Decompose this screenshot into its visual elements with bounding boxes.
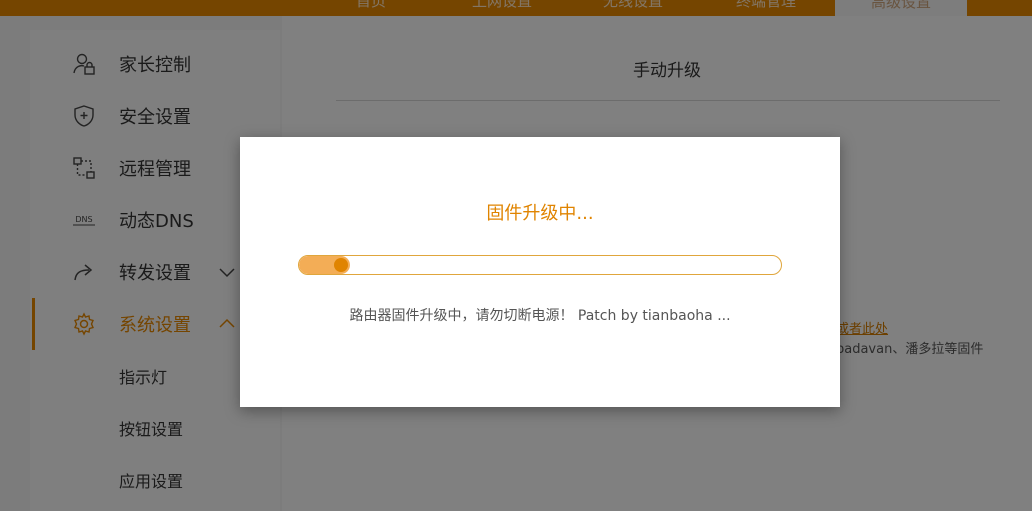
upgrade-progress-bar [298,255,782,275]
progress-indicator [334,258,348,272]
dialog-message: 路由器固件升级中，请勿切断电源！ Patch by tianbaoha ... [349,308,731,324]
firmware-upgrade-dialog: 固件升级中... 路由器固件升级中，请勿切断电源！ Patch by tianb… [240,137,840,407]
dialog-title: 固件升级中... [486,203,594,224]
